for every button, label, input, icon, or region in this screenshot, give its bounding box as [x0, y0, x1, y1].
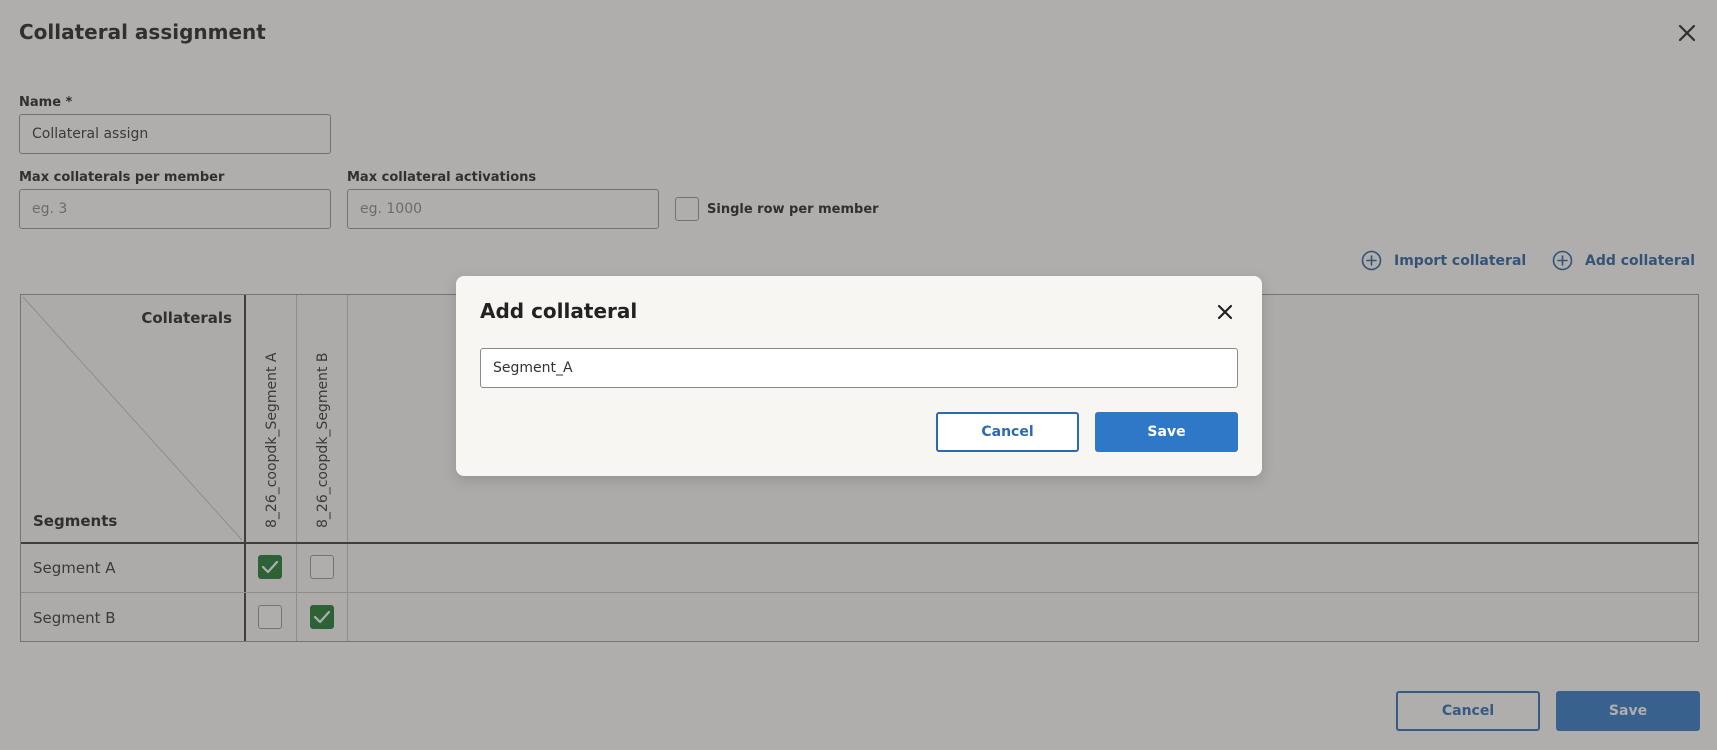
dialog-title: Add collateral — [480, 299, 638, 323]
dialog-save-button[interactable]: Save — [1095, 412, 1238, 452]
dialog-cancel-button[interactable]: Cancel — [936, 412, 1079, 452]
collateral-name-input[interactable] — [480, 348, 1238, 388]
close-icon[interactable] — [1212, 299, 1238, 325]
add-collateral-dialog: Add collateral Cancel Save — [456, 276, 1262, 476]
